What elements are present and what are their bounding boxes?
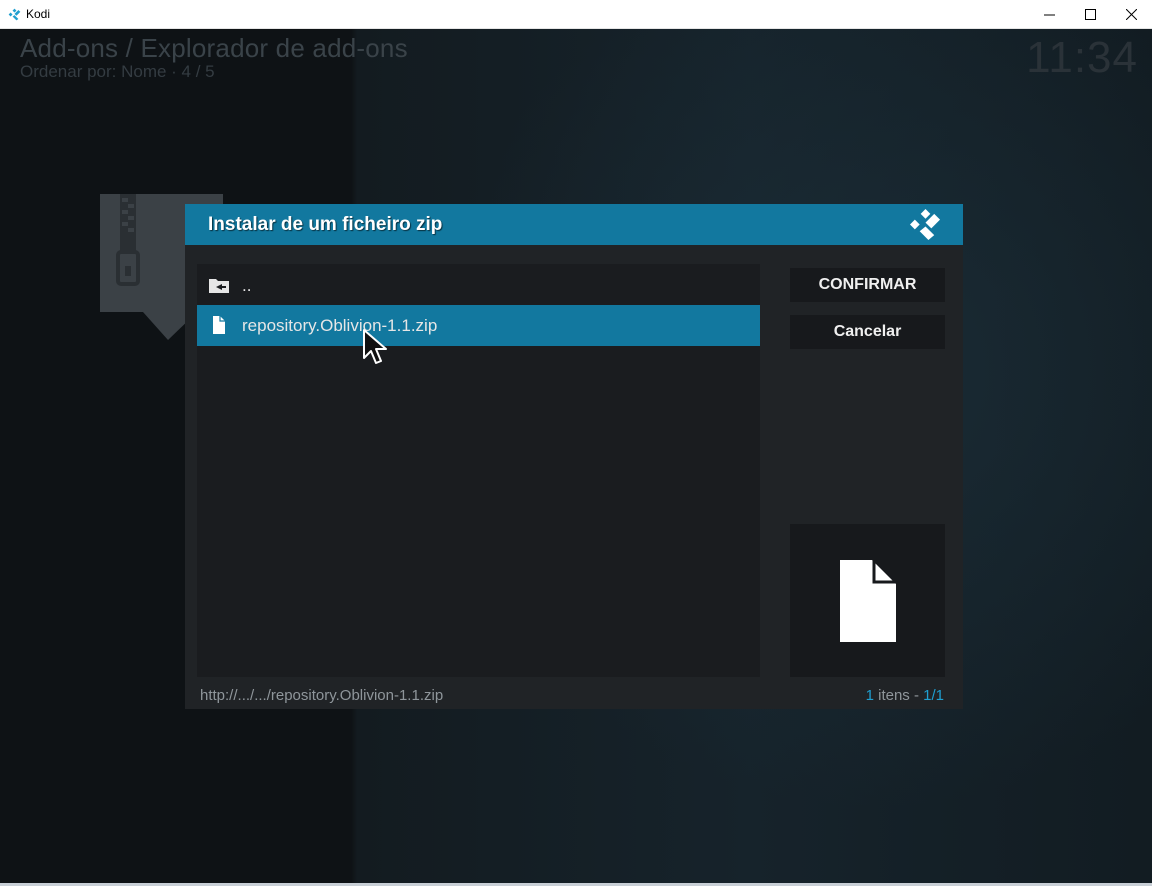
folder-back-icon <box>209 279 229 293</box>
file-icon <box>840 558 898 642</box>
confirm-button[interactable]: CONFIRMAR <box>790 268 945 302</box>
kodi-logo-icon <box>910 209 941 240</box>
file-preview <box>790 524 945 677</box>
sort-info: Ordenar por: Nome · 4 / 5 <box>20 62 215 81</box>
clock: 11:34 <box>1026 33 1138 82</box>
minimize-button[interactable] <box>1029 0 1070 29</box>
kodi-app-icon <box>8 8 21 20</box>
item-count: 1 itens - 1/1 <box>866 687 944 704</box>
list-item-label: .. <box>242 276 252 295</box>
file-list[interactable]: .. repository.Oblivion-1.1.zip <box>197 264 760 677</box>
maximize-icon <box>1085 9 1096 20</box>
list-item-label: repository.Oblivion-1.1.zip <box>242 316 438 335</box>
list-item-zip-file[interactable]: repository.Oblivion-1.1.zip <box>197 305 760 346</box>
page-indicator: 1/1 <box>923 687 944 704</box>
window-titlebar: Kodi <box>0 0 1152 29</box>
dialog-title: Instalar de um ficheiro zip <box>208 214 443 235</box>
file-path: http://.../.../repository.Oblivion-1.1.z… <box>200 687 444 704</box>
install-zip-dialog: Instalar de um ficheiro zip .. repositor… <box>185 204 963 709</box>
mouse-cursor-icon <box>363 329 387 364</box>
maximize-button[interactable] <box>1070 0 1111 29</box>
close-button[interactable] <box>1111 0 1152 29</box>
window-controls <box>1029 0 1152 29</box>
list-item-parent-folder[interactable]: .. <box>197 265 760 306</box>
item-count-text: itens - <box>873 687 924 704</box>
file-icon <box>213 316 225 334</box>
item-count-number: 1 <box>865 687 874 704</box>
window-title: Kodi <box>26 7 51 21</box>
kodi-stage: Add-ons / Explorador de add-ons Ordenar … <box>0 29 1152 886</box>
cancel-button[interactable]: Cancelar <box>790 315 945 349</box>
dialog-header: Instalar de um ficheiro zip <box>185 204 963 245</box>
minimize-icon <box>1044 14 1055 16</box>
page-title: Add-ons / Explorador de add-ons <box>20 33 408 63</box>
close-icon <box>1126 9 1137 20</box>
